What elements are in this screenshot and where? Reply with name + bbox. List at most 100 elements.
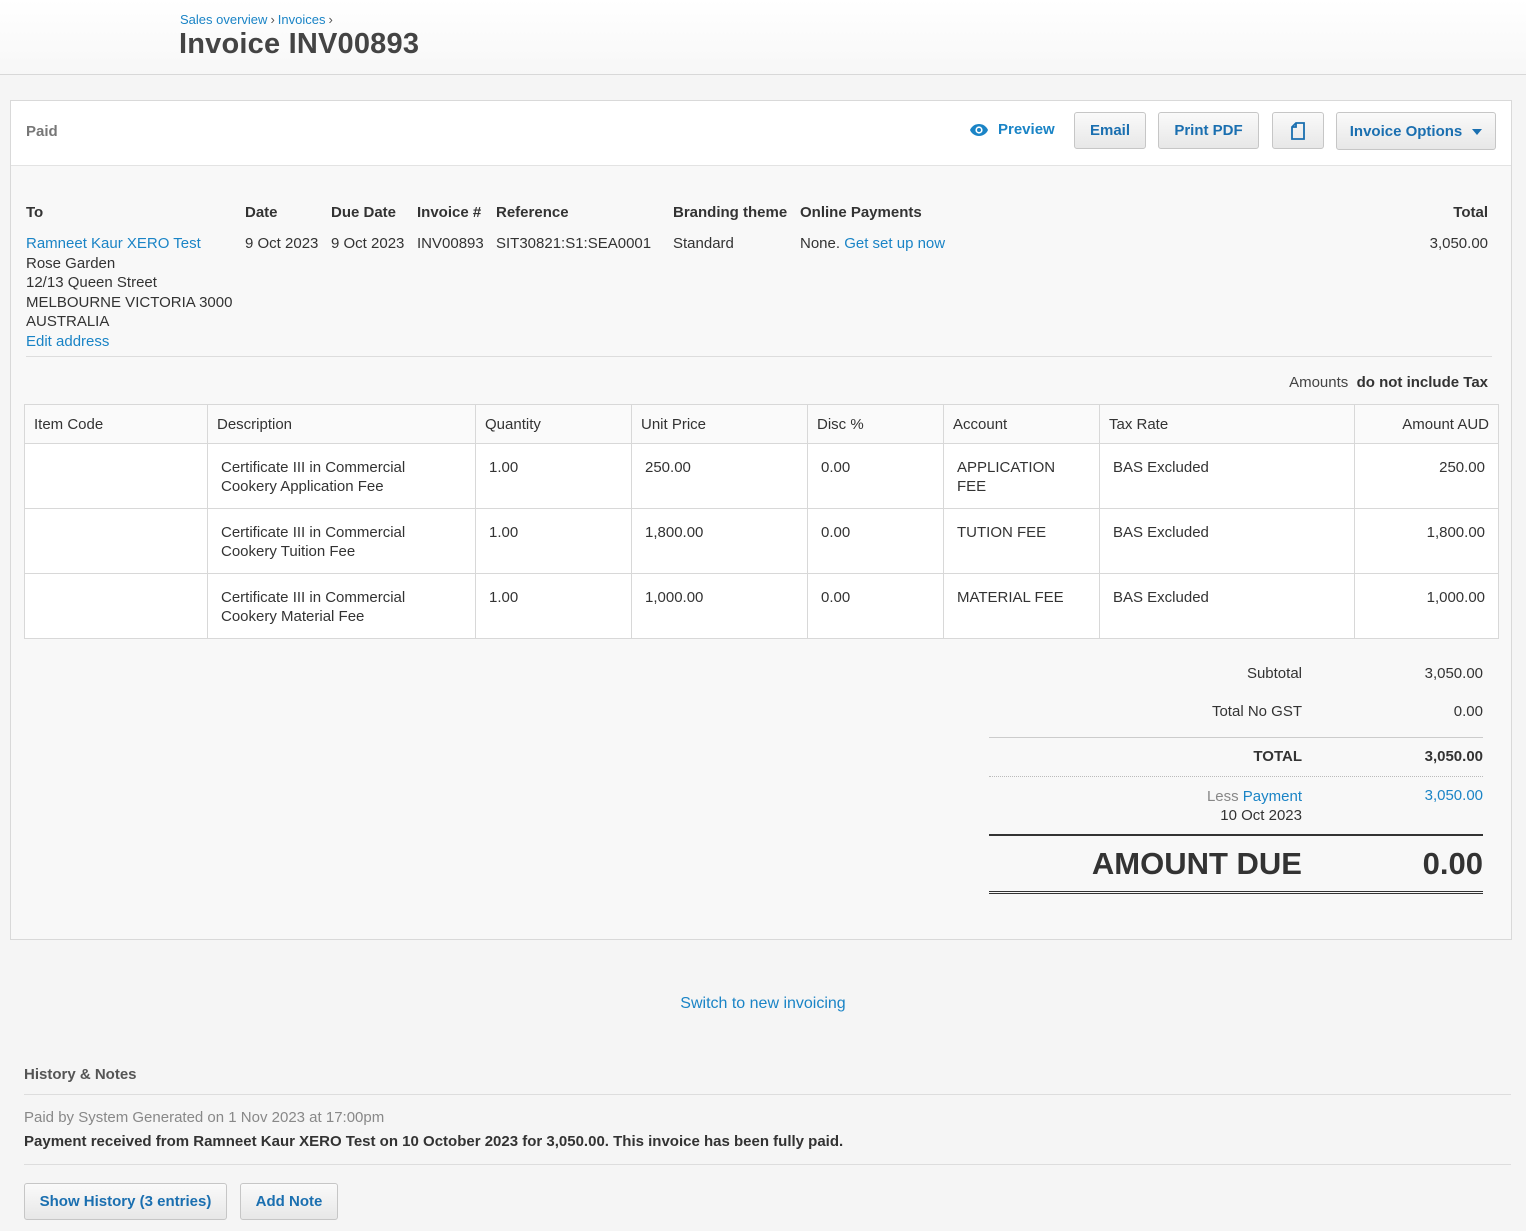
branding-column: Branding theme Standard: [673, 204, 787, 254]
column-header-tax-rate: Tax Rate: [1099, 404, 1355, 444]
less-label: Less: [1206, 788, 1239, 805]
cell-quantity[interactable]: 1.00: [475, 508, 632, 574]
invoice-number-header: Invoice #: [417, 204, 482, 221]
divider: [26, 356, 1492, 357]
column-header-amount: Amount AUD: [1354, 404, 1499, 444]
table-row[interactable]: Certificate III in Commercial Cookery Mat…: [24, 573, 1499, 639]
description-line: Cookery Tuition Fee: [221, 543, 356, 560]
no-gst-row: Total No GST 0.00: [989, 699, 1483, 737]
branding-header: Branding theme: [673, 204, 788, 221]
total-label: TOTAL: [1253, 748, 1302, 765]
to-column: To Ramneet Kaur XERO Test Rose Garden 12…: [26, 204, 232, 351]
page-title: Invoice INV00893: [179, 28, 420, 60]
column-header-quantity: Quantity: [475, 404, 632, 444]
total-amount: 3,050.00: [1424, 748, 1483, 765]
amounts-note-value: do not include Tax: [1356, 374, 1488, 391]
invoice-number-value: INV00893: [417, 235, 484, 252]
totals-summary: Subtotal 3,050.00 Total No GST 0.00 TOTA…: [989, 661, 1483, 894]
to-header: To: [26, 204, 44, 221]
amount-due-label: AMOUNT DUE: [1091, 846, 1302, 881]
switch-invoicing-container: Switch to new invoicing: [0, 995, 1526, 1013]
cell-description[interactable]: Certificate III in Commercial Cookery Mat…: [207, 573, 476, 639]
reference-value: SIT30821:S1:SEA0001: [496, 235, 652, 252]
payment-amount-link[interactable]: 3,050.00: [1425, 787, 1483, 804]
cell-account[interactable]: TUTION FEE: [943, 508, 1100, 574]
online-payments-header: Online Payments: [800, 204, 922, 221]
email-button[interactable]: Email: [1074, 112, 1146, 149]
eye-icon: [970, 123, 988, 136]
breadcrumb-separator: ›: [270, 12, 275, 27]
chevron-down-icon: [1472, 129, 1483, 135]
payment-link[interactable]: Payment: [1243, 788, 1302, 805]
cell-account[interactable]: MATERIAL FEE: [943, 573, 1100, 639]
copy-button[interactable]: [1272, 112, 1324, 149]
cell-quantity[interactable]: 1.00: [475, 443, 632, 509]
cell-disc[interactable]: 0.00: [807, 508, 944, 574]
cell-quantity[interactable]: 1.00: [475, 573, 632, 639]
history-meta: Paid by System Generated on 1 Nov 2023 a…: [24, 1109, 385, 1126]
contact-link[interactable]: Ramneet Kaur XERO Test: [26, 235, 201, 252]
cell-tax-rate[interactable]: BAS Excluded: [1099, 573, 1355, 639]
invoice-options-label: Invoice Options: [1349, 122, 1463, 140]
date-value: 9 Oct 2023: [245, 235, 319, 252]
cell-disc[interactable]: 0.00: [807, 443, 944, 509]
breadcrumb-sales-overview[interactable]: Sales overview: [180, 12, 267, 27]
cell-tax-rate[interactable]: BAS Excluded: [1099, 508, 1355, 574]
cell-unit-price[interactable]: 1,800.00: [631, 508, 808, 574]
breadcrumb-invoices[interactable]: Invoices: [278, 12, 326, 27]
column-header-item-code: Item Code: [24, 404, 208, 444]
cell-amount: 250.00: [1354, 443, 1499, 509]
address-line: 12/13 Queen Street: [26, 274, 157, 291]
print-pdf-button[interactable]: Print PDF: [1158, 112, 1259, 149]
divider: [24, 1094, 1511, 1095]
table-header-row: Item Code Description Quantity Unit Pric…: [24, 404, 1499, 444]
get-set-up-link[interactable]: Get set up now: [844, 235, 945, 252]
no-gst-label: Total No GST: [1211, 703, 1302, 720]
cell-item-code[interactable]: [24, 508, 208, 574]
edit-address-link[interactable]: Edit address: [26, 333, 109, 350]
total-value: 3,050.00: [1429, 235, 1488, 252]
cell-tax-rate[interactable]: BAS Excluded: [1099, 443, 1355, 509]
page-header: Sales overview › Invoices › Invoice INV0089…: [0, 0, 1526, 75]
preview-button[interactable]: Preview: [969, 121, 1055, 138]
divider: [24, 1164, 1511, 1165]
address-line: AUSTRALIA: [26, 313, 110, 330]
switch-invoicing-link[interactable]: Switch to new invoicing: [680, 995, 845, 1012]
subtotal-value: 3,050.00: [1424, 665, 1483, 682]
online-payments-column: Online Payments None. Get set up now: [800, 204, 945, 254]
invoice-options-button[interactable]: Invoice Options: [1336, 112, 1496, 150]
table-row[interactable]: Certificate III in Commercial Cookery App…: [24, 443, 1499, 509]
show-history-button[interactable]: Show History (3 entries): [24, 1183, 227, 1220]
cell-description[interactable]: Certificate III in Commercial Cookery Tui…: [207, 508, 476, 574]
table-row[interactable]: Certificate III in Commercial Cookery Tui…: [24, 508, 1499, 574]
branding-value: Standard: [673, 235, 734, 252]
payment-label: Less Payment 10 Oct 2023: [1207, 787, 1302, 825]
cell-item-code[interactable]: [24, 573, 208, 639]
date-column: Date 9 Oct 2023: [245, 204, 318, 254]
subtotal-row: Subtotal 3,050.00: [989, 661, 1483, 699]
cell-account[interactable]: APPLICATION FEE: [943, 443, 1100, 509]
cell-description[interactable]: Certificate III in Commercial Cookery App…: [207, 443, 476, 509]
add-note-button[interactable]: Add Note: [240, 1183, 338, 1220]
invoice-panel: Paid Preview Email Print PDF Invoice Opt…: [10, 100, 1512, 940]
payment-date: 10 Oct 2023: [1220, 807, 1302, 824]
invoice-number-column: Invoice # INV00893: [417, 204, 484, 254]
cell-unit-price[interactable]: 250.00: [631, 443, 808, 509]
column-header-account: Account: [943, 404, 1100, 444]
no-gst-value: 0.00: [1453, 703, 1483, 720]
cell-disc[interactable]: 0.00: [807, 573, 944, 639]
address-line: MELBOURNE VICTORIA 3000: [26, 293, 233, 311]
cell-unit-price[interactable]: 1,000.00: [631, 573, 808, 639]
total-row: TOTAL 3,050.00: [989, 737, 1483, 776]
history-text: Payment received from Ramneet Kaur XERO …: [24, 1133, 844, 1150]
online-payments-value: None.: [800, 235, 841, 252]
invoice-toolbar: Paid Preview Email Print PDF Invoice Opt…: [11, 101, 1511, 166]
address-line: Rose Garden: [26, 254, 116, 272]
column-header-description: Description: [207, 404, 476, 444]
breadcrumb: Sales overview › Invoices ›: [180, 12, 336, 27]
cell-item-code[interactable]: [24, 443, 208, 509]
status-label: Paid: [26, 123, 58, 140]
line-items-table: Item Code Description Quantity Unit Pric…: [24, 404, 1499, 639]
due-date-column: Due Date 9 Oct 2023: [331, 204, 404, 254]
date-header: Date: [245, 204, 278, 221]
